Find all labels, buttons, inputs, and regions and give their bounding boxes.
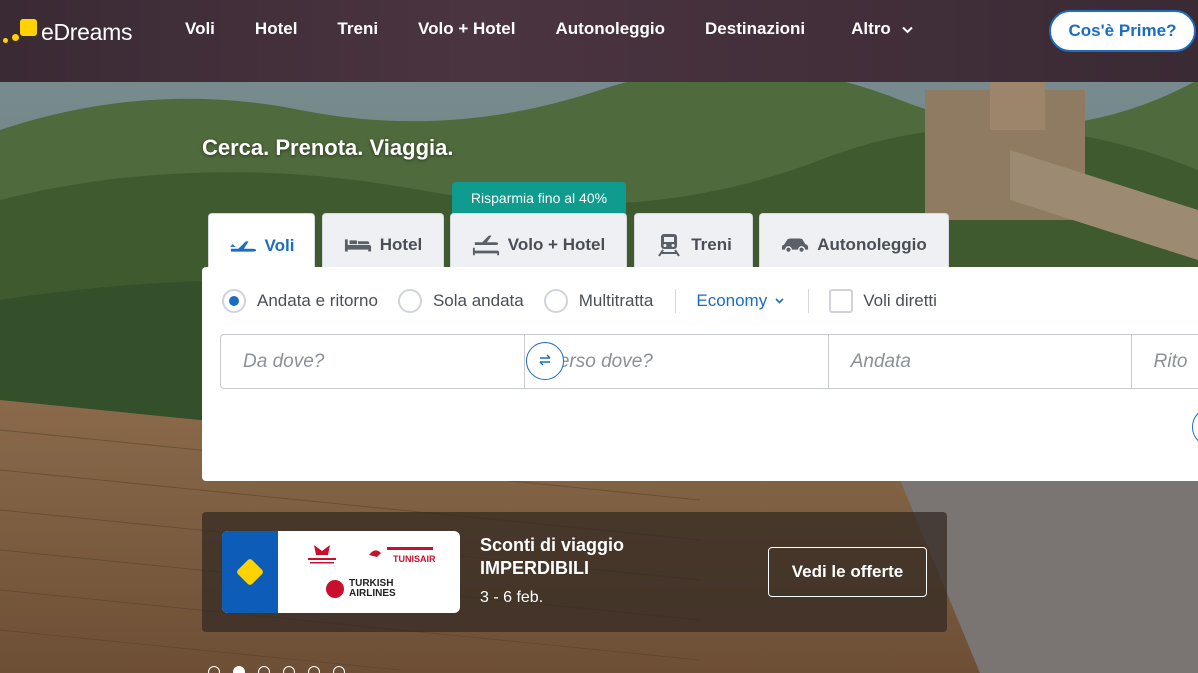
top-navigation-bar: eDreams Voli Hotel Treni Volo + Hotel Au… (0, 0, 1198, 82)
banner-title: Sconti di viaggio IMPERDIBILI (480, 534, 624, 580)
plane-icon (229, 235, 257, 257)
tab-hotel[interactable]: Hotel (322, 213, 444, 269)
search-button[interactable] (1192, 407, 1198, 447)
nav-item-autonoleggio[interactable]: Autonoleggio (556, 19, 666, 39)
nav-item-treni[interactable]: Treni (337, 19, 378, 39)
turkish-airlines-logo: TURKISH AIRLINES (326, 579, 396, 599)
radio-sola-andata[interactable]: Sola andata (397, 289, 524, 313)
royal-air-maroc-logo (304, 543, 340, 569)
turkish-airlines-text: TURKISH AIRLINES (349, 579, 396, 599)
radio-label: Andata e ritorno (257, 291, 378, 310)
car-icon (781, 234, 809, 256)
radio-label: Multitratta (578, 291, 654, 310)
chevron-down-icon (775, 296, 784, 307)
radio-circle (397, 289, 422, 313)
banner-dates: 3 - 6 feb. (480, 589, 544, 606)
turkish-line2: AIRLINES (349, 588, 396, 599)
tab-autonoleggio-label: Autonoleggio (817, 234, 927, 254)
direct-flights-label: Voli diretti (863, 291, 937, 310)
radio-circle (543, 289, 568, 313)
return-date-field[interactable]: Rito (1130, 334, 1198, 389)
search-panel: Andata e ritorno Sola andata Multitratta… (202, 267, 1198, 481)
trip-options-row: Andata e ritorno Sola andata Multitratta… (222, 287, 937, 315)
tunisair-text: TUNISAIR (393, 554, 436, 564)
swap-locations-button[interactable] (526, 342, 564, 380)
radio-multitratta[interactable]: Multitratta (543, 289, 654, 313)
origin-field[interactable]: Da dove? (220, 334, 524, 389)
flight-hotel-icon (472, 234, 500, 256)
tab-voli[interactable]: Voli (208, 213, 315, 271)
swap-arrows-icon (537, 353, 553, 370)
tab-treni-label: Treni (691, 234, 732, 254)
radio-label: Sola andata (432, 291, 524, 310)
prime-stripe (222, 531, 278, 613)
direct-flights-checkbox[interactable]: Voli diretti (829, 289, 937, 313)
cabin-class-select[interactable]: Economy (696, 291, 784, 311)
nav-item-destinazioni[interactable]: Destinazioni (705, 19, 805, 39)
cabin-class-value: Economy (696, 291, 768, 310)
destination-field[interactable]: Verso dove? (523, 334, 828, 389)
carousel-dot[interactable] (333, 666, 345, 673)
turkish-bird-icon (326, 580, 344, 598)
chevron-down-icon (901, 23, 913, 37)
tunisair-logo: TUNISAIR (367, 543, 437, 565)
radio-circle (222, 289, 246, 313)
nav-item-voli[interactable]: Voli (185, 19, 215, 39)
radio-andata-ritorno[interactable]: Andata e ritorno (222, 289, 378, 313)
departure-date-field[interactable]: Andata (827, 334, 1131, 389)
logo-icon (0, 16, 40, 48)
edreams-logo[interactable]: eDreams (0, 16, 133, 48)
nav-item-volo-hotel[interactable]: Volo + Hotel (418, 19, 515, 39)
deals-banner: TUNISAIR TURKISH AIRLINES Sconti di viag… (202, 512, 947, 632)
tab-treni[interactable]: Treni (634, 213, 753, 269)
search-fields: Da dove? Verso dove? Andata Rito (220, 334, 1198, 389)
tab-volo-hotel[interactable]: Volo + Hotel (450, 213, 627, 269)
nav-item-altro-label: Altro (851, 19, 891, 38)
tab-autonoleggio[interactable]: Autonoleggio (759, 213, 949, 269)
banner-title-line1: Sconti di viaggio (480, 535, 625, 555)
hero-tagline: Cerca. Prenota. Viaggia. (202, 135, 454, 160)
checkbox-box (829, 289, 854, 313)
airlines-card: TUNISAIR TURKISH AIRLINES (222, 531, 460, 613)
logo-text: eDreams (41, 18, 133, 45)
tab-volo-hotel-label: Volo + Hotel (507, 234, 606, 254)
nav-item-hotel[interactable]: Hotel (255, 19, 298, 39)
train-icon (655, 233, 683, 257)
promo-badge: Risparmia fino al 40% (452, 182, 626, 220)
carousel-dot[interactable] (233, 666, 245, 673)
diamond-icon (235, 557, 265, 587)
tab-voli-label: Voli (264, 235, 295, 255)
tab-hotel-label: Hotel (379, 234, 423, 254)
carousel-dot[interactable] (208, 666, 220, 673)
carousel-dots (208, 666, 345, 673)
carousel-dot[interactable] (258, 666, 270, 673)
banner-title-line2: IMPERDIBILI (480, 558, 590, 578)
view-offers-button[interactable]: Vedi le offerte (768, 547, 927, 597)
prime-button[interactable]: Cos'è Prime? (1049, 10, 1196, 52)
divider (675, 289, 677, 313)
bed-icon (344, 234, 372, 256)
divider (808, 289, 810, 313)
carousel-dot[interactable] (308, 666, 320, 673)
nav-item-altro[interactable]: Altro (851, 19, 913, 39)
carousel-dot[interactable] (283, 666, 295, 673)
main-nav: Voli Hotel Treni Volo + Hotel Autonolegg… (185, 19, 953, 39)
